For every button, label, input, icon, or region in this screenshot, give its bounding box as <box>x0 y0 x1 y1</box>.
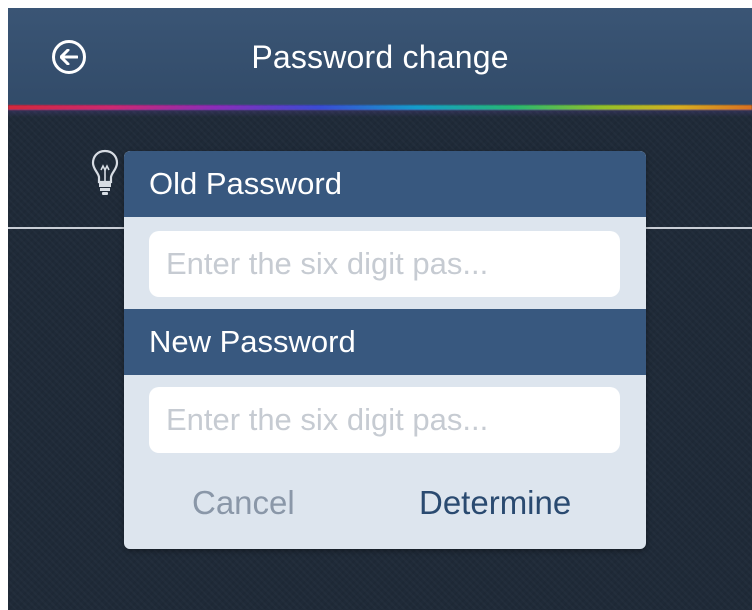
cancel-button[interactable]: Cancel <box>192 473 295 533</box>
navigation-bar: Password change <box>8 8 752 105</box>
rainbow-glow <box>8 109 752 117</box>
determine-button[interactable]: Determine <box>419 473 571 533</box>
new-password-label: New Password <box>124 309 646 375</box>
new-password-input[interactable] <box>149 387 620 453</box>
password-change-dialog: Old Password New Password Cancel Determi… <box>124 151 646 549</box>
page-title: Password change <box>251 39 509 75</box>
app-screen: Password change Old Password New Passwor… <box>8 8 752 610</box>
old-password-label: Old Password <box>124 151 646 217</box>
lightbulb-icon <box>91 149 119 195</box>
old-password-input[interactable] <box>149 231 620 297</box>
